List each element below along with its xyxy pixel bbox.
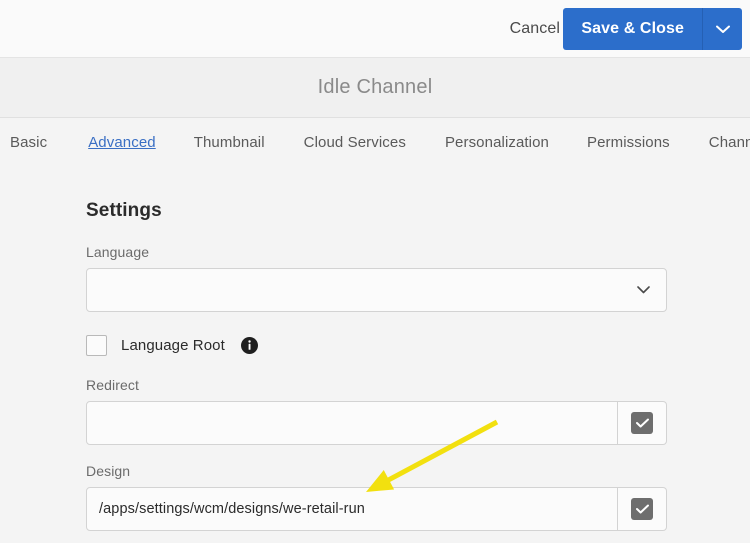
tab-bar: Basic Advanced Thumbnail Cloud Services … (0, 118, 750, 172)
top-action-bar: Cancel Save & Close (0, 0, 750, 58)
tab-advanced[interactable]: Advanced (88, 118, 156, 151)
language-select[interactable] (86, 268, 667, 312)
design-input[interactable] (86, 487, 618, 531)
language-root-row: Language Root (86, 334, 258, 356)
design-label: Design (86, 463, 131, 479)
info-icon[interactable] (240, 336, 258, 354)
chevron-down-icon (715, 25, 730, 34)
design-field-row (86, 487, 667, 531)
checkmark-icon (631, 412, 653, 434)
tab-basic[interactable]: Basic (10, 118, 47, 151)
chevron-down-icon (620, 286, 666, 294)
redirect-input[interactable] (86, 401, 618, 445)
redirect-label: Redirect (86, 377, 139, 393)
cancel-button[interactable]: Cancel (502, 16, 568, 42)
tab-personalization[interactable]: Personalization (445, 118, 549, 151)
tab-channel[interactable]: Channel (709, 118, 750, 151)
section-title-settings: Settings (86, 200, 162, 221)
tab-cloud-services[interactable]: Cloud Services (304, 118, 406, 151)
title-band: Idle Channel (0, 58, 750, 118)
save-and-close-button[interactable]: Save & Close (563, 8, 702, 50)
tab-thumbnail[interactable]: Thumbnail (194, 118, 265, 151)
checkmark-icon (631, 498, 653, 520)
settings-form: Settings Language Language Root Redirect (0, 172, 750, 543)
tab-permissions[interactable]: Permissions (587, 118, 670, 151)
save-and-close-button-group: Save & Close (563, 8, 742, 50)
language-label: Language (86, 244, 150, 260)
redirect-toggle-button[interactable] (618, 401, 667, 445)
page-title: Idle Channel (317, 76, 433, 98)
redirect-field-row (86, 401, 667, 445)
language-root-label: Language Root (121, 336, 225, 354)
language-root-checkbox[interactable] (86, 334, 107, 356)
design-toggle-button[interactable] (618, 487, 667, 531)
save-options-dropdown-button[interactable] (702, 8, 742, 50)
